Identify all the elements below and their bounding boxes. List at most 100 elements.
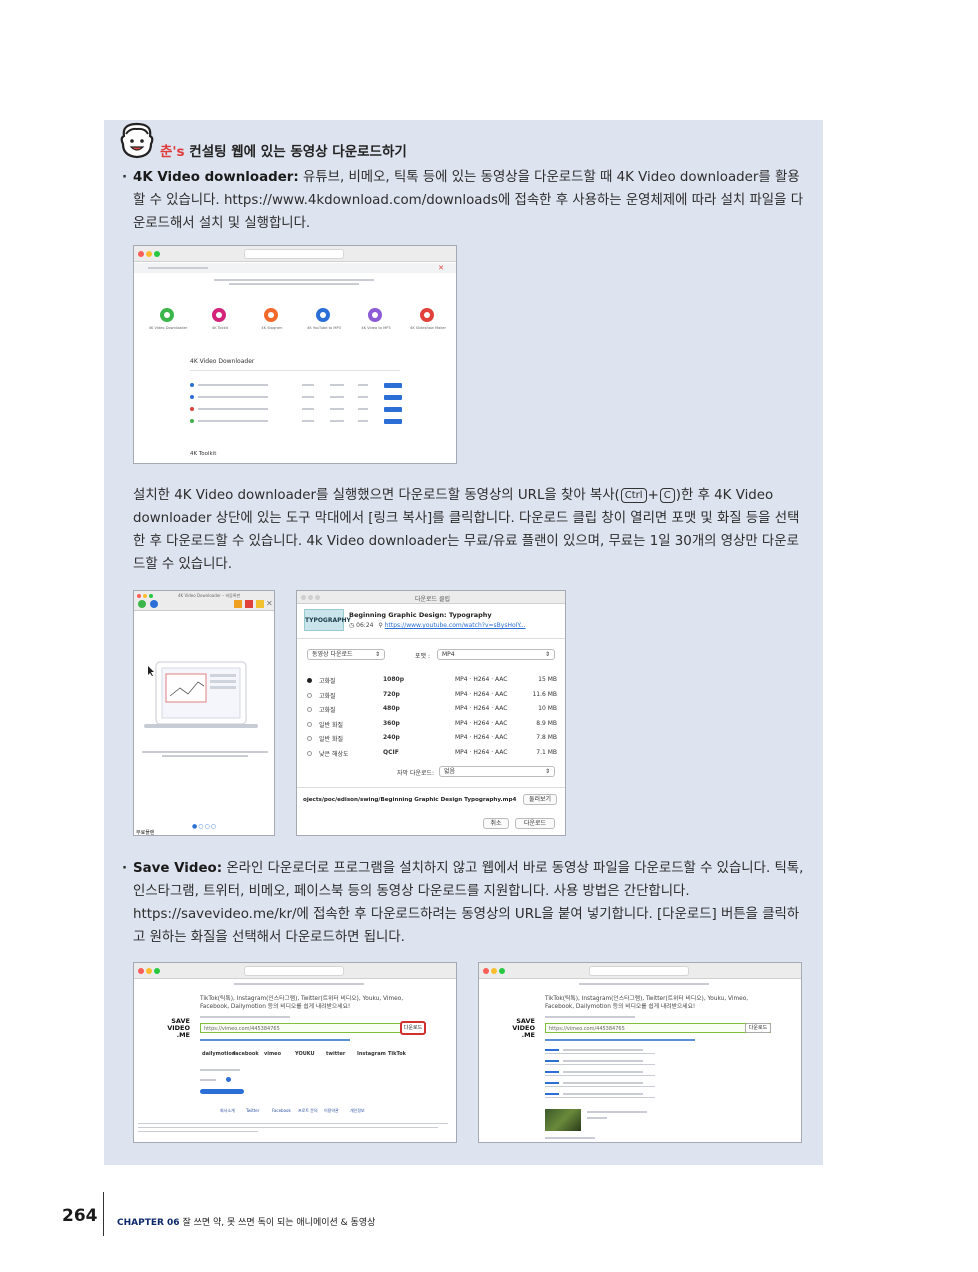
row-text: [330, 384, 344, 386]
download-button[interactable]: 다운로드: [515, 818, 555, 829]
savevideo-download-button[interactable]: 다운로드: [745, 1023, 771, 1033]
row-text: [302, 396, 314, 398]
panel-title: 춘's 컨설팅 웹에 있는 동영상 다운로드하기: [160, 140, 407, 160]
bullet: ·: [122, 170, 128, 185]
close-x-icon: ✕: [438, 264, 444, 272]
download-link-button[interactable]: [384, 383, 402, 388]
footer-link[interactable]: 프로트 문의: [298, 1108, 318, 1114]
service-logo: dailymotion: [202, 1051, 236, 1057]
app-label[interactable]: 4K YouTube to MP3: [300, 326, 348, 330]
download-link-button[interactable]: [384, 419, 402, 424]
result-link[interactable]: [545, 1082, 559, 1084]
zoom-dot-icon: [154, 968, 160, 974]
footer-link[interactable]: Facebook: [272, 1108, 291, 1113]
cancel-button[interactable]: 취소: [483, 818, 509, 829]
help-icon[interactable]: [256, 600, 264, 608]
quality-option[interactable]: 일반 화질 240p MP4 · H264 · AAC 7.8 MB: [305, 734, 557, 748]
app-label[interactable]: 4K Video Downloader: [144, 326, 192, 330]
quality-name: 고화질: [319, 678, 336, 685]
paste-link-icon[interactable]: [138, 600, 146, 608]
savevideo-download-button[interactable]: 다운로드: [400, 1021, 426, 1035]
close-dot-icon: [138, 251, 144, 257]
result-title: [563, 1060, 643, 1062]
quality-size: 8.9 MB: [536, 719, 557, 727]
video-thumbnail: TYPOGRAPHY: [304, 609, 351, 631]
radio-button[interactable]: [307, 692, 312, 698]
download-clip-dialog: 다운로드 클립 TYPOGRAPHY Beginning Graphic Des…: [296, 590, 566, 836]
footer-link[interactable]: Twitter: [246, 1108, 259, 1113]
quality-codec: MP4 · H264 · AAC: [455, 719, 508, 727]
row-text: [198, 408, 268, 410]
pager-dots[interactable]: ●○○○: [192, 823, 217, 830]
result-link[interactable]: [545, 1049, 559, 1051]
quality-resolution: 720p: [383, 690, 400, 698]
quality-name: 일반 화질: [319, 721, 343, 729]
quality-option[interactable]: 고화질 1080p MP4 · H264 · AAC 15 MB: [305, 676, 557, 690]
quality-option[interactable]: 고화질 720p MP4 · H264 · AAC 11.6 MB: [305, 691, 557, 705]
quality-option[interactable]: 일반 화질 360p MP4 · H264 · AAC 8.9 MB: [305, 720, 557, 734]
row-text: [358, 408, 368, 410]
radio-button[interactable]: [307, 750, 312, 756]
app-label[interactable]: 4K Stogram: [248, 326, 296, 330]
result-link[interactable]: [545, 1093, 559, 1095]
radio-button[interactable]: [307, 736, 312, 741]
settings-icon[interactable]: ✕: [266, 599, 273, 608]
url-input-value: https://vimeo.com/445384765: [204, 1026, 280, 1032]
subtitle-select[interactable]: 없음 ⇕: [439, 766, 555, 777]
savevideo-logo: SAVE VIDEO .ME: [512, 1017, 535, 1039]
smart-mode-icon[interactable]: [150, 600, 158, 608]
app-label[interactable]: 4K Tokkit: [196, 326, 244, 330]
zoom-dot-icon: [499, 968, 505, 974]
footer-link[interactable]: 이용약관: [324, 1108, 339, 1114]
result-title: [563, 1082, 643, 1084]
row-text: [302, 408, 314, 410]
mode-select[interactable]: 동영상 다운로드 ⇕: [307, 649, 385, 660]
app-label[interactable]: 4K Video to MP3: [352, 326, 400, 330]
quality-option[interactable]: 낮은 해상도 QCIF MP4 · H264 · AAC 7.1 MB: [305, 749, 557, 763]
footer-link[interactable]: 회사소개: [220, 1108, 235, 1114]
app-toolbar: 4K Video Downloader – 비등록판 ✕: [134, 591, 274, 611]
app-icon[interactable]: [264, 308, 278, 322]
app-icon[interactable]: [368, 308, 382, 322]
url-input[interactable]: https://vimeo.com/445384765: [200, 1023, 426, 1033]
footer-divider: [103, 1192, 104, 1236]
section-4k-usage: 설치한 4K Video downloader를 실행했으면 다운로드할 동영상…: [133, 484, 808, 576]
radio-button[interactable]: [307, 721, 312, 727]
footer-link[interactable]: 개인정보: [350, 1108, 365, 1114]
url-input[interactable]: https://vimeo.com/445384765: [545, 1023, 771, 1033]
section-4k-intro: · 4K Video downloader: 유튜브, 비메오, 틱톡 등에 있…: [122, 166, 808, 235]
savevideo-headline-2: Facebook, Dailymotion 등의 비디오를 쉽게 내려받으세요!: [545, 1004, 696, 1010]
app-icon[interactable]: [316, 308, 330, 322]
radio-button[interactable]: [307, 707, 312, 712]
panel-title-text: 컨설팅 웹에 있는 동영상 다운로드하기: [184, 144, 407, 160]
subscriptions-icon[interactable]: [234, 600, 242, 608]
result-link[interactable]: [545, 1071, 559, 1073]
usage-text-a: 설치한 4K Video downloader를 실행했으면 다운로드할 동영상…: [133, 488, 620, 503]
term-4k: 4K Video downloader:: [133, 170, 299, 185]
app-icon[interactable]: [160, 308, 174, 322]
download-link-button[interactable]: [384, 407, 402, 412]
save-path[interactable]: ojects/poc/edison/swing/Beginning Graphi…: [303, 797, 518, 803]
browse-button[interactable]: 둘러보기: [523, 794, 557, 805]
app-label[interactable]: 4K Slideshow Maker: [404, 326, 452, 330]
format-select[interactable]: MP4 ⇕: [437, 649, 555, 660]
video-url[interactable]: https://www.youtube.com/watch?v=sBysHoIY…: [385, 622, 526, 629]
blue-pill-button[interactable]: [200, 1089, 244, 1094]
row-text: [330, 420, 344, 422]
quality-size: 15 MB: [538, 676, 557, 683]
result-link[interactable]: [545, 1060, 559, 1062]
download-link-button[interactable]: [384, 395, 402, 400]
app-icon[interactable]: [212, 308, 226, 322]
service-logo: facebook: [233, 1051, 259, 1057]
row-text: [198, 384, 268, 386]
quality-option[interactable]: 고화질 480p MP4 · H264 · AAC 10 MB: [305, 705, 557, 719]
screenshot-savevideo-results: TikTok(틱톡), Instagram(인스타그램), Twitter(트위…: [478, 962, 802, 1143]
updown-chevron-icon: ⇕: [544, 651, 550, 658]
radio-button[interactable]: [307, 678, 312, 683]
quality-resolution: QCIF: [383, 748, 399, 756]
format-label: 포맷 :: [415, 653, 430, 660]
service-logo: TikTok: [388, 1051, 406, 1057]
activate-icon[interactable]: [245, 600, 253, 608]
quality-resolution: 480p: [383, 705, 400, 712]
app-icon[interactable]: [420, 308, 434, 322]
